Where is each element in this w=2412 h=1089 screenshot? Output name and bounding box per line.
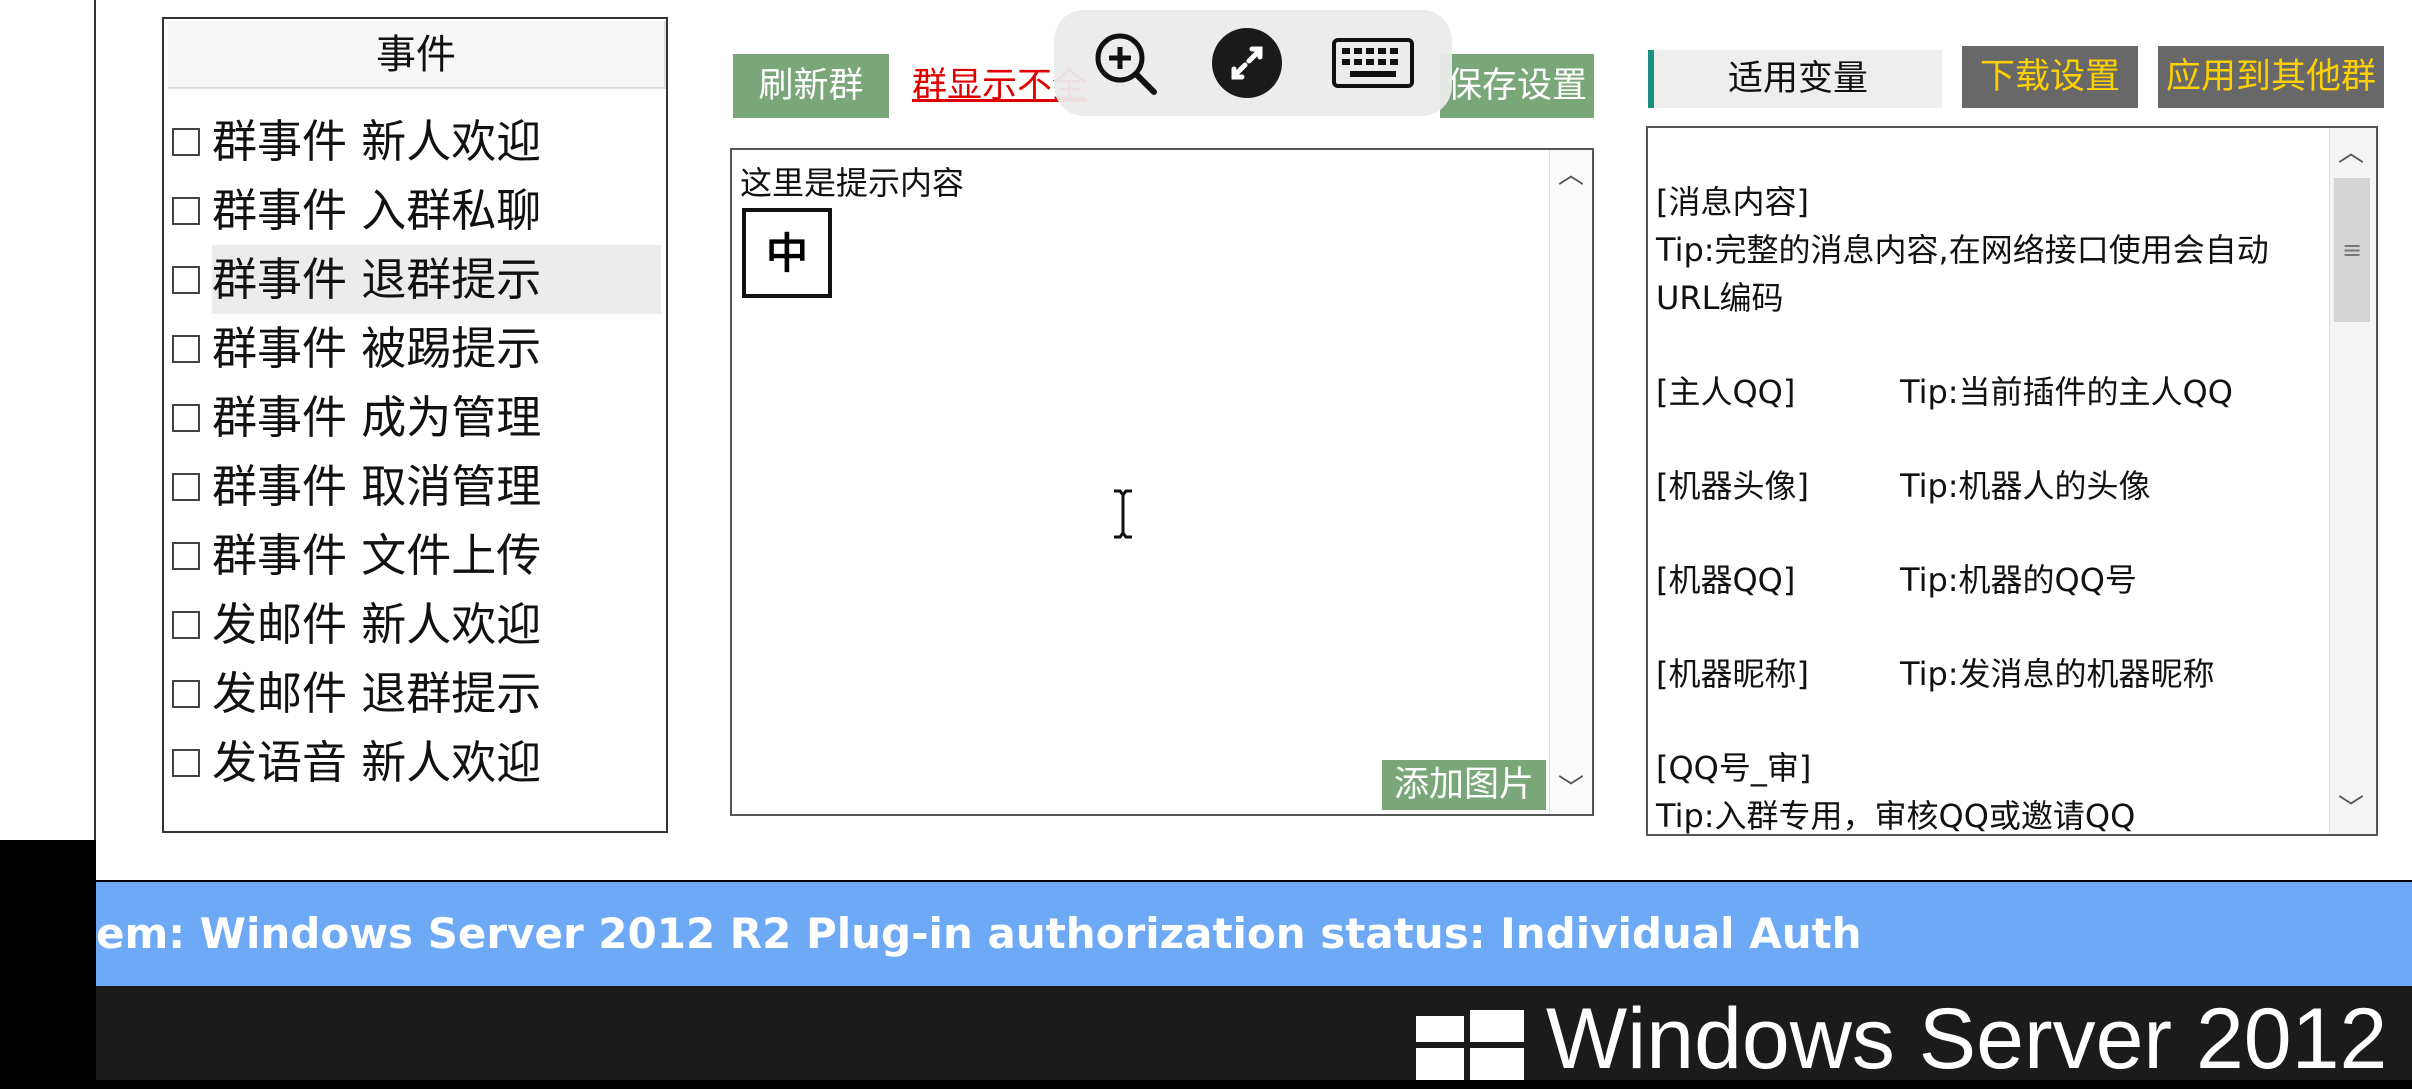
event-item[interactable]: 群事件 入群私聊 bbox=[172, 176, 664, 245]
event-checkbox[interactable] bbox=[172, 127, 200, 156]
variable-item[interactable]: [机器昵称] Tip:发消息的机器昵称 bbox=[1656, 650, 2316, 698]
variable-key: [主人QQ] bbox=[1656, 373, 1796, 411]
variable-tip: Tip:入群专用，审核QQ或邀请QQ bbox=[1656, 797, 2136, 835]
event-checkbox[interactable] bbox=[172, 334, 200, 363]
event-label: 发邮件 退群提示 bbox=[212, 667, 542, 720]
event-item[interactable]: 发邮件 新人欢迎 bbox=[172, 590, 664, 659]
variable-key: [机器QQ] bbox=[1656, 561, 1796, 599]
variable-key: [QQ号_审] bbox=[1656, 749, 1812, 787]
keyboard-icon[interactable] bbox=[1330, 28, 1416, 98]
variable-tip: Tip:当前插件的主人QQ bbox=[1900, 373, 2233, 411]
event-label: 群事件 退群提示 bbox=[212, 245, 662, 314]
events-list: 群事件 新人欢迎 群事件 入群私聊 群事件 退群提示 群事件 被踢提示 群事件 … bbox=[172, 107, 664, 797]
event-label: 群事件 文件上传 bbox=[212, 529, 542, 582]
scroll-up-icon[interactable]: ︿ bbox=[2330, 132, 2372, 174]
scroll-down-icon[interactable]: ﹀ bbox=[2330, 788, 2372, 830]
variable-item[interactable]: [消息内容] Tip:完整的消息内容,在网络接口使用会自动URL编码 bbox=[1656, 178, 2316, 322]
variables-list: [消息内容] Tip:完整的消息内容,在网络接口使用会自动URL编码 [主人QQ]… bbox=[1656, 178, 2316, 886]
events-header: 事件 bbox=[168, 21, 666, 89]
message-content-editor[interactable]: 这里是提示内容 中 ︿ ﹀ 添加图片 bbox=[730, 148, 1594, 816]
variable-key: [机器昵称] bbox=[1656, 655, 1809, 693]
zoom-in-icon[interactable] bbox=[1090, 28, 1160, 98]
events-panel: 事件 群事件 新人欢迎 群事件 入群私聊 群事件 退群提示 群事件 被踢提示 群… bbox=[162, 17, 668, 833]
variables-header: 适用变量 bbox=[1648, 50, 1942, 108]
text-cursor-icon bbox=[1114, 489, 1132, 539]
event-item[interactable]: 群事件 成为管理 bbox=[172, 383, 664, 452]
scroll-down-icon[interactable]: ﹀ bbox=[1550, 768, 1592, 810]
event-label: 发语音 新人欢迎 bbox=[212, 736, 542, 789]
event-label: 发邮件 新人欢迎 bbox=[212, 598, 542, 651]
event-label: 群事件 新人欢迎 bbox=[212, 115, 542, 168]
variable-tip: Tip:机器人的头像 bbox=[1900, 467, 2151, 505]
scroll-thumb[interactable]: ≡ bbox=[2334, 178, 2370, 322]
refresh-groups-button[interactable]: 刷新群 bbox=[733, 54, 889, 118]
variable-item[interactable]: [主人QQ] Tip:当前插件的主人QQ bbox=[1656, 368, 2316, 416]
windows-logo-icon bbox=[1416, 1010, 1524, 1080]
event-item[interactable]: 群事件 被踢提示 bbox=[172, 314, 664, 383]
variable-tip: Tip:发消息的机器昵称 bbox=[1900, 655, 2215, 693]
event-checkbox[interactable] bbox=[172, 541, 200, 570]
status-bar: em: Windows Server 2012 R2 Plug-in autho… bbox=[96, 882, 2412, 986]
editor-scrollbar[interactable]: ︿ ﹀ bbox=[1549, 150, 1592, 814]
variable-item[interactable]: [机器头像] Tip:机器人的头像 bbox=[1656, 462, 2316, 510]
left-panel-edge bbox=[0, 0, 96, 840]
event-checkbox[interactable] bbox=[172, 196, 200, 225]
download-settings-button[interactable]: 下载设置 bbox=[1962, 46, 2138, 108]
os-brand-text: Windows Server 2012 R2 bbox=[1546, 991, 2412, 1087]
event-checkbox[interactable] bbox=[172, 472, 200, 501]
event-item[interactable]: 发邮件 退群提示 bbox=[172, 659, 664, 728]
event-item[interactable]: 群事件 新人欢迎 bbox=[172, 107, 664, 176]
event-checkbox[interactable] bbox=[172, 265, 200, 294]
event-item[interactable]: 发语音 新人欢迎 bbox=[172, 728, 664, 797]
save-settings-button[interactable]: 保存设置 bbox=[1440, 54, 1594, 118]
variable-tip: Tip:完整的消息内容,在网络接口使用会自动URL编码 bbox=[1656, 231, 2269, 317]
variable-item[interactable]: [机器QQ] Tip:机器的QQ号 bbox=[1656, 556, 2316, 604]
variable-key: [消息内容] bbox=[1656, 183, 1809, 221]
variables-panel: [消息内容] Tip:完整的消息内容,在网络接口使用会自动URL编码 [主人QQ]… bbox=[1646, 126, 2378, 836]
remote-desktop-icon[interactable] bbox=[1212, 28, 1282, 98]
event-label: 群事件 取消管理 bbox=[212, 460, 542, 513]
event-label: 群事件 成为管理 bbox=[212, 391, 542, 444]
variable-tip: Tip:机器的QQ号 bbox=[1900, 561, 2137, 599]
variable-key: [机器头像] bbox=[1656, 467, 1809, 505]
event-checkbox[interactable] bbox=[172, 610, 200, 639]
event-item-selected[interactable]: 群事件 退群提示 bbox=[172, 245, 664, 314]
event-item[interactable]: 群事件 取消管理 bbox=[172, 452, 664, 521]
ime-indicator: 中 bbox=[742, 208, 832, 298]
apply-to-other-groups-button[interactable]: 应用到其他群 bbox=[2158, 46, 2384, 108]
status-text: em: Windows Server 2012 R2 Plug-in autho… bbox=[96, 909, 1862, 958]
event-label: 群事件 被踢提示 bbox=[212, 322, 542, 375]
scroll-up-icon[interactable]: ︿ bbox=[1550, 154, 1592, 196]
variables-scrollbar[interactable]: ︿ ≡ ﹀ bbox=[2329, 128, 2376, 834]
event-checkbox[interactable] bbox=[172, 748, 200, 777]
event-item[interactable]: 群事件 文件上传 bbox=[172, 521, 664, 590]
editor-content[interactable]: 这里是提示内容 bbox=[740, 158, 964, 204]
variable-item[interactable]: [QQ号_审] Tip:入群专用，审核QQ或邀请QQ bbox=[1656, 744, 2316, 840]
event-checkbox[interactable] bbox=[172, 403, 200, 432]
event-checkbox[interactable] bbox=[172, 679, 200, 708]
desktop-background: Windows Server 2012 R2 bbox=[96, 986, 2412, 1087]
remote-toolbar bbox=[1054, 10, 1452, 116]
add-image-button[interactable]: 添加图片 bbox=[1381, 760, 1546, 810]
event-label: 群事件 入群私聊 bbox=[212, 184, 542, 237]
